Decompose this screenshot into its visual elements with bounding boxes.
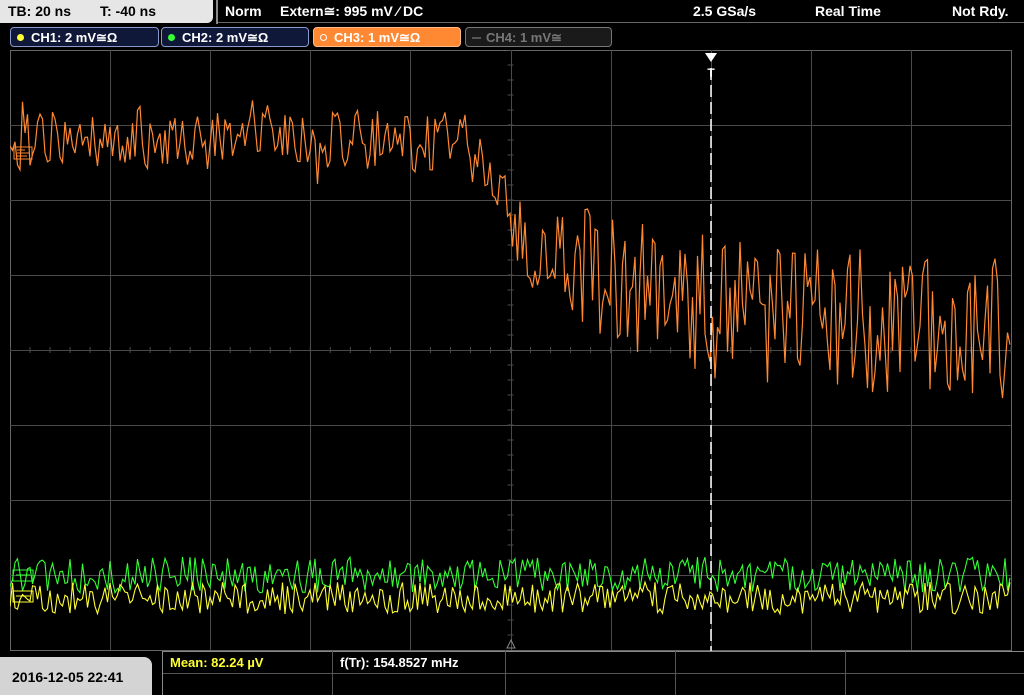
timebase-panel[interactable]: TB: 20 ns T: -40 ns [0,0,213,23]
timebase-label: TB: 20 ns [8,3,72,19]
channel-label: CH1: 2 mV≅Ω [31,30,118,45]
channel-tab-ch1[interactable]: CH1: 2 mV≅Ω [10,27,159,47]
channel-label: CH4: 1 mV≅ [486,30,562,45]
ch3-color-dot [320,34,327,41]
separator [332,651,333,695]
acquisition-mode-label: Real Time [815,3,881,19]
ch2-color-dot [168,34,175,41]
ch1-color-dot [17,34,24,41]
separator [845,651,846,695]
separator [216,0,218,24]
trigger-marker: T [707,66,715,80]
channel-label: CH3: 1 mV≅Ω [334,30,421,45]
separator [162,673,1024,674]
separator [505,651,506,695]
date-time-label: 2016-12-05 22:41 [12,669,124,685]
waveform-display[interactable]: T [10,50,1012,653]
channel-tab-ch3[interactable]: CH3: 1 mV≅Ω [313,27,461,47]
trigger-source-label[interactable]: Extern≅: 995 mV ⁄ DC [280,3,423,20]
channel-tab-ch2[interactable]: CH2: 2 mV≅Ω [161,27,309,47]
separator [218,22,1024,23]
separator [675,651,676,695]
separator [162,651,1024,652]
date-time-panel: 2016-12-05 22:41 [0,657,152,695]
channel-label: CH2: 2 mV≅Ω [182,30,269,45]
frequency-measurement[interactable]: f(Tr): 154.8527 mHz [340,655,459,670]
trigger-time-label: T: -40 ns [100,3,157,19]
trigger-mode-label[interactable]: Norm [225,3,262,19]
mean-measurement[interactable]: Mean: 82.24 µV [170,655,263,670]
sample-rate-label: 2.5 GSa/s [693,3,757,19]
ch4-off-indicator [472,37,481,39]
run-status-label: Not Rdy. [952,3,1009,19]
measurement-bar: Mean: 82.24 µV f(Tr): 154.8527 mHz [0,651,1024,695]
separator [162,651,163,695]
channel-tab-ch4[interactable]: CH4: 1 mV≅ [465,27,612,47]
